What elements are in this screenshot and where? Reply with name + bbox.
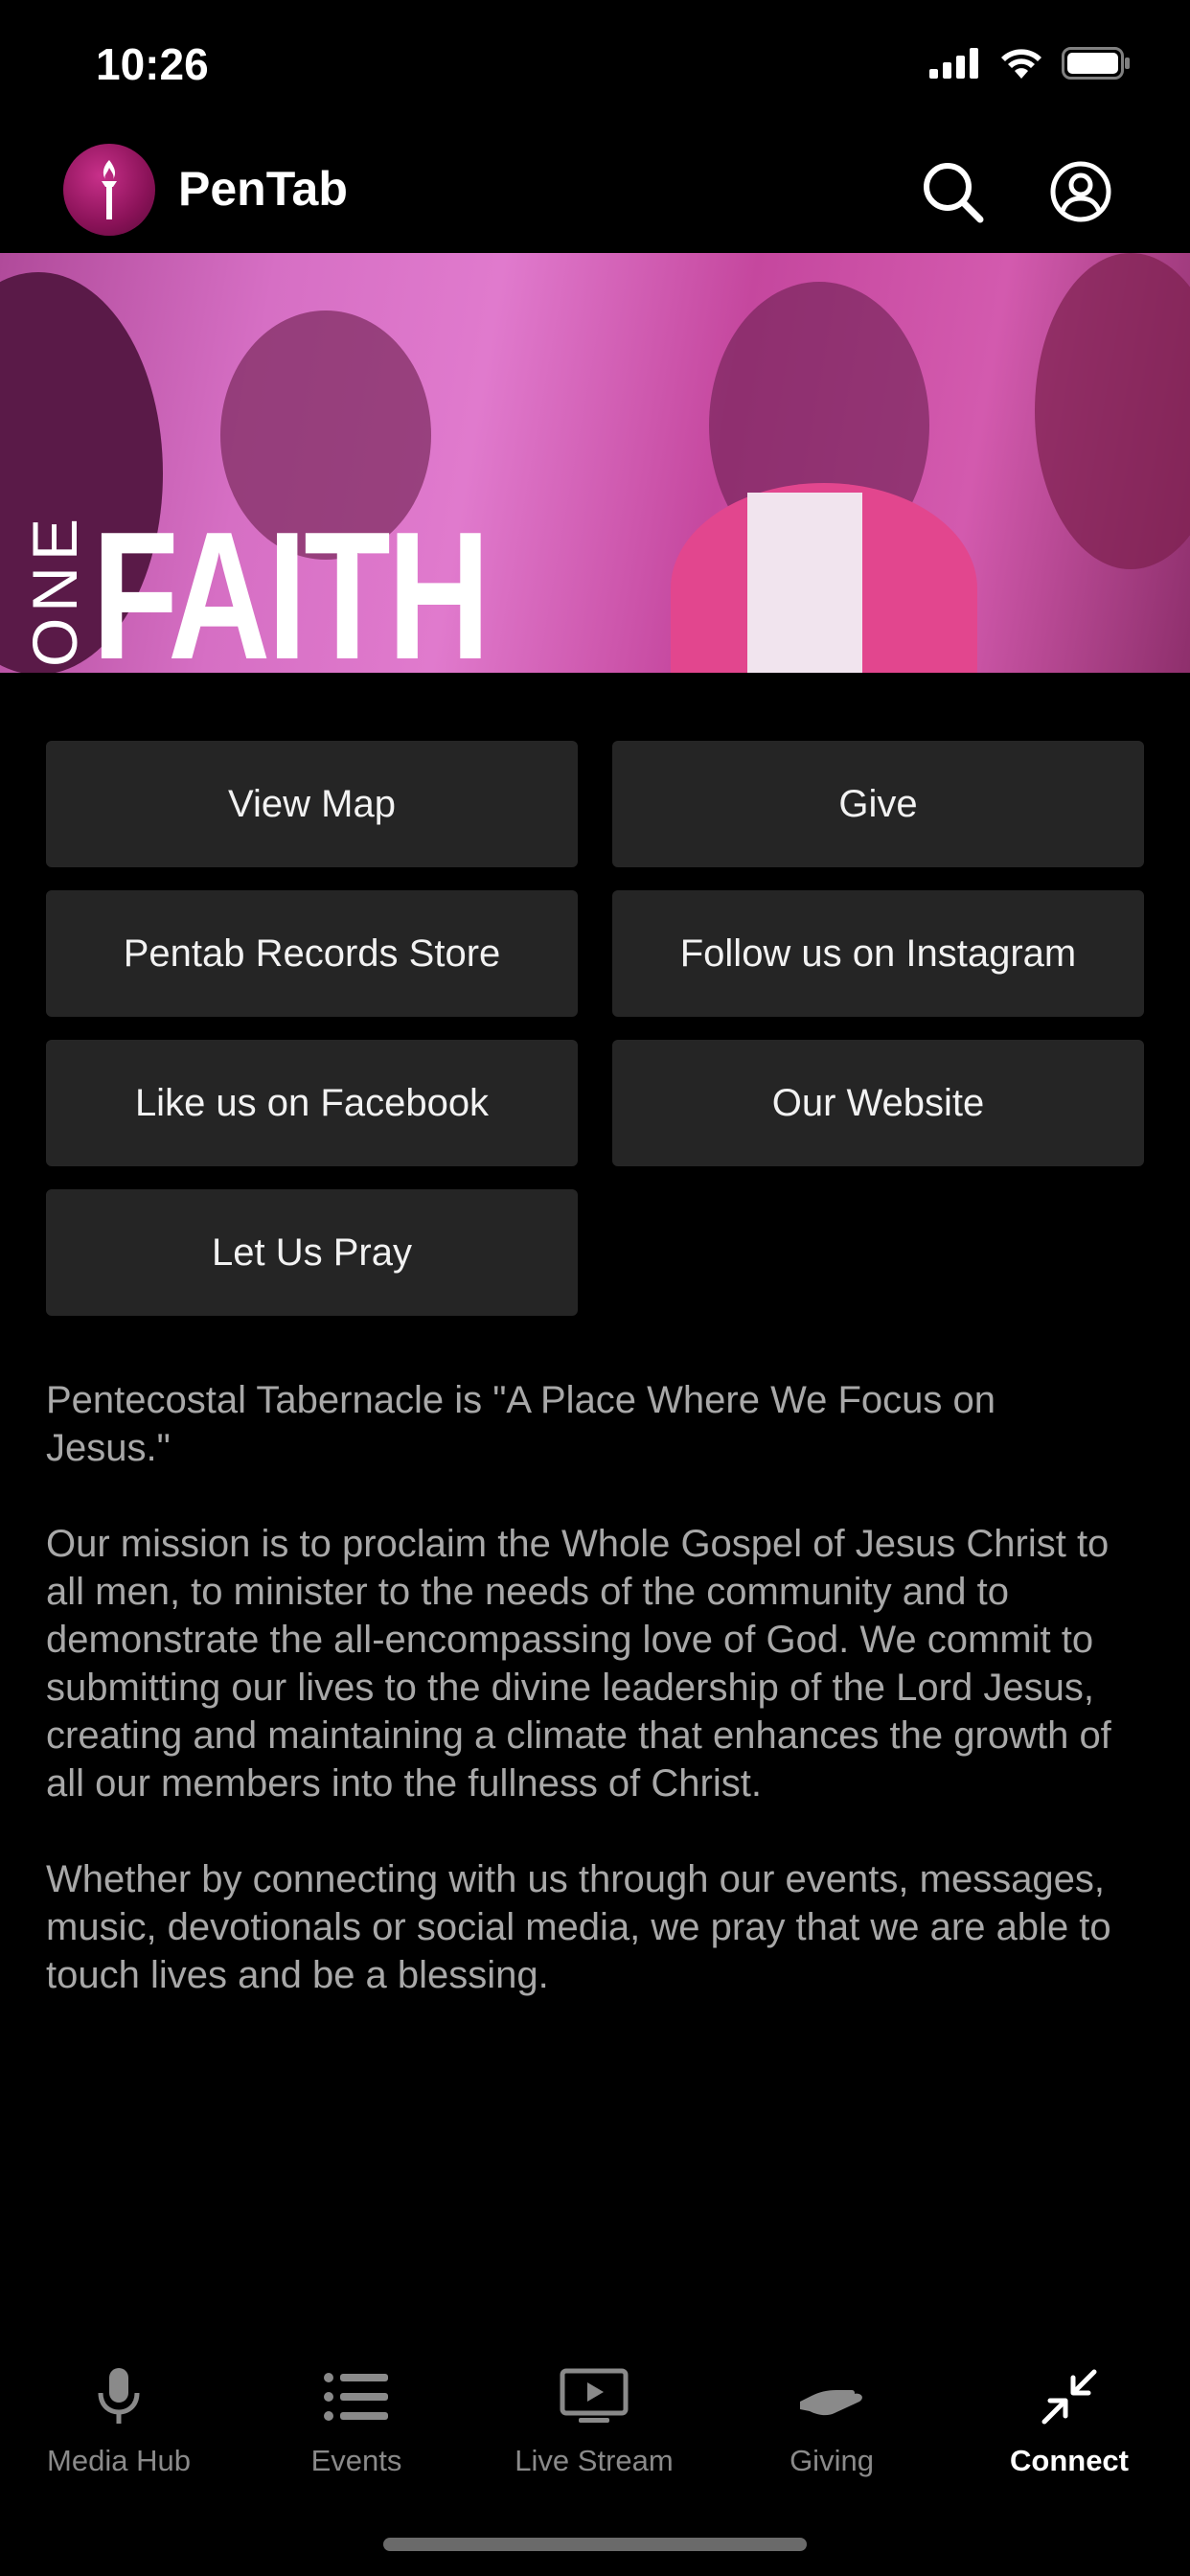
tab-label: Events [310,2444,402,2477]
description-paragraph-1: Pentecostal Tabernacle is "A Place Where… [46,1379,996,1469]
bottom-tab-bar: Media Hub Events Live Stream Giving Conn… [0,2338,1190,2492]
wifi-icon [1001,49,1041,79]
facebook-button[interactable]: Like us on Facebook [46,1040,578,1166]
profile-button[interactable] [1046,157,1115,226]
tab-label: Live Stream [515,2444,674,2477]
app-header: PenTab [0,134,1190,253]
tab-live-stream[interactable]: Live Stream [475,2338,713,2492]
tab-events[interactable]: Events [238,2338,475,2492]
tab-label: Media Hub [47,2444,191,2477]
give-button[interactable]: Give [612,741,1144,867]
home-indicator[interactable] [383,2538,807,2551]
hero-banner: ONE FAITH [0,253,1190,673]
status-icons [929,46,1131,80]
list-icon [324,2373,388,2421]
view-map-button[interactable]: View Map [46,741,578,867]
battery-icon [1062,47,1130,80]
torch-icon [102,160,117,219]
app-screen: 10:26 PenTab ONE FAITH View Map Give Pen… [0,0,1190,2576]
hero-title: ONE FAITH [19,493,599,673]
pray-button[interactable]: Let Us Pray [46,1189,578,1316]
user-account-icon [1050,161,1111,222]
play-screen-icon [560,2368,629,2423]
tab-media-hub[interactable]: Media Hub [0,2338,238,2492]
description-paragraph-2: Our mission is to proclaim the Whole Gos… [46,1523,1111,1805]
records-store-button[interactable]: Pentab Records Store [46,890,578,1017]
tab-connect[interactable]: Connect [950,2338,1188,2492]
hero-word-one: ONE [19,512,90,667]
status-bar: 10:26 [0,0,1190,134]
arrows-inward-icon [1041,2369,1097,2425]
app-logo [63,144,155,236]
about-description: Pentecostal Tabernacle is "A Place Where… [46,1376,1148,2047]
website-button[interactable]: Our Website [612,1040,1144,1166]
tab-label: Giving [790,2444,874,2477]
hero-word-faith: FAITH [92,494,491,673]
search-icon [924,163,984,223]
cellular-signal-icon [929,48,978,79]
hero-shirt [747,493,862,673]
search-button[interactable] [918,157,987,226]
status-time: 10:26 [96,39,209,89]
tab-label: Connect [1010,2444,1129,2477]
hand-giving-icon [800,2390,862,2416]
hero-figure-right [1035,253,1190,569]
app-title: PenTab [178,162,348,216]
microphone-icon [98,2368,140,2424]
tab-giving[interactable]: Giving [713,2338,950,2492]
description-paragraph-3: Whether by connecting with us through ou… [46,1858,1111,1996]
instagram-button[interactable]: Follow us on Instagram [612,890,1144,1017]
